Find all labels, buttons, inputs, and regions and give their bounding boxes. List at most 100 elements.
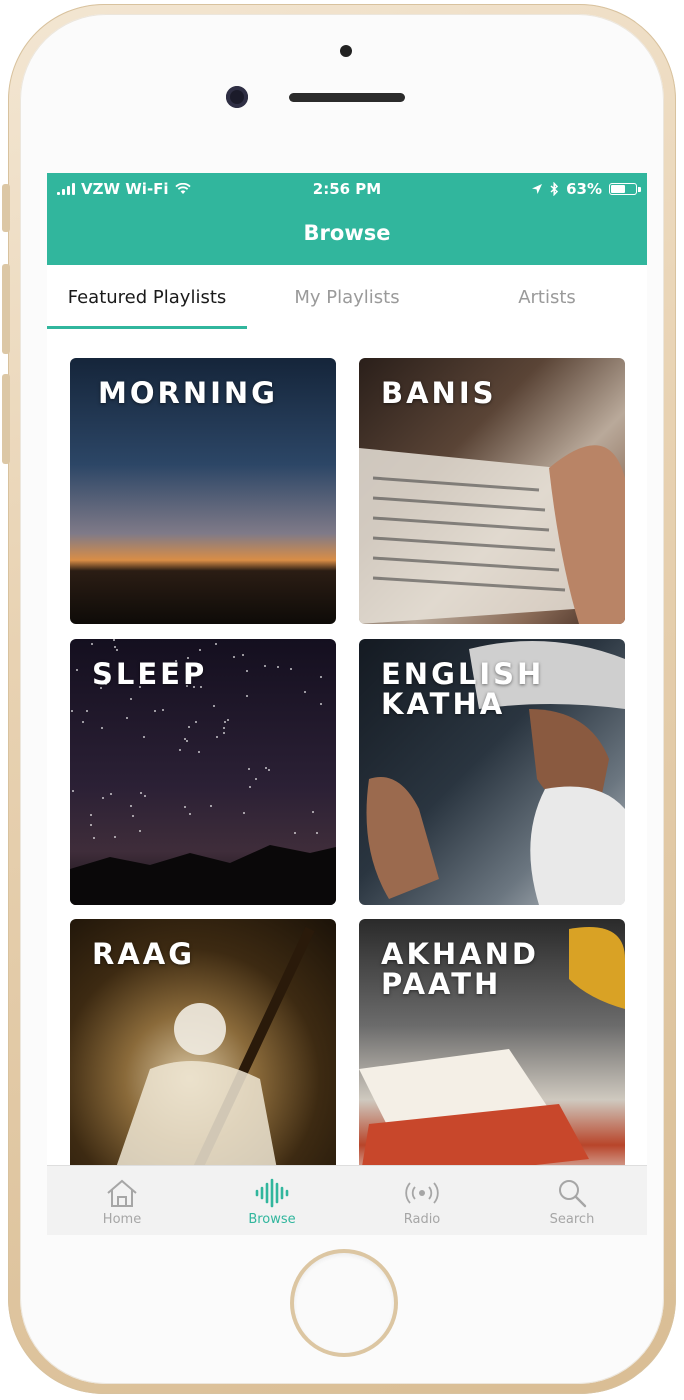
star-dot — [320, 703, 322, 705]
star-dot — [265, 767, 267, 769]
star-dot — [110, 793, 112, 795]
star-dot — [72, 790, 74, 792]
playlist-card-sleep[interactable]: SLEEP — [70, 639, 336, 905]
playlist-card-english-katha[interactable]: ENGLISH KATHA — [359, 639, 625, 905]
playlist-title: ENGLISH KATHA — [381, 657, 545, 721]
playlist-card-banis[interactable]: BANIS — [359, 358, 625, 624]
star-dot — [268, 769, 270, 771]
star-dot — [223, 732, 225, 734]
star-dot — [140, 792, 142, 794]
star-dot — [188, 726, 190, 728]
playlist-title: AKHAND PAATH — [381, 937, 539, 1001]
battery-percent: 63% — [566, 180, 602, 198]
star-dot — [246, 695, 248, 697]
star-dot — [102, 797, 104, 799]
tab-bar-search[interactable]: Search — [497, 1166, 647, 1235]
star-dot — [304, 691, 306, 693]
star-dot — [210, 805, 212, 807]
battery-icon — [609, 183, 641, 195]
star-dot — [320, 676, 322, 678]
tab-artists[interactable]: Artists — [447, 265, 647, 329]
app-screen: VZW Wi-Fi 2:56 PM 63% Browse Featured Pl… — [47, 173, 647, 1235]
tab-bar-label: Home — [102, 1212, 142, 1227]
star-dot — [101, 727, 103, 729]
location-icon — [532, 184, 543, 194]
star-dot — [116, 649, 118, 651]
star-dot — [113, 639, 115, 641]
star-dot — [179, 749, 181, 751]
playlist-card-morning[interactable]: MORNING — [70, 358, 336, 624]
star-dot — [249, 786, 251, 788]
playlist-title: MORNING — [98, 376, 278, 410]
playlist-title: SLEEP — [92, 657, 208, 691]
volume-down-button — [2, 374, 10, 464]
star-dot — [162, 709, 164, 711]
star-dot — [242, 654, 244, 656]
star-dot — [154, 710, 156, 712]
star-dot — [264, 665, 266, 667]
star-dot — [233, 656, 235, 658]
tab-my-playlists[interactable]: My Playlists — [247, 265, 447, 329]
star-dot — [224, 721, 226, 723]
radio-icon — [405, 1182, 439, 1204]
tab-bar-browse[interactable]: Browse — [197, 1166, 347, 1235]
waveform-icon — [255, 1178, 289, 1208]
tab-bar-radio[interactable]: Radio — [347, 1166, 497, 1235]
front-camera — [226, 86, 248, 108]
playlist-card-raag[interactable]: RAAG — [70, 919, 336, 1185]
star-dot — [316, 832, 318, 834]
star-dot — [90, 814, 92, 816]
playlist-grid: MORNING BANIS SLEEP ENGLISH KATHA RAAG A… — [47, 329, 647, 1185]
star-dot — [76, 669, 78, 671]
star-dot — [312, 811, 314, 813]
star-dot — [198, 751, 200, 753]
star-dot — [130, 805, 132, 807]
proximity-sensor — [340, 45, 352, 57]
home-icon — [107, 1179, 137, 1207]
playlist-title: BANIS — [381, 376, 497, 410]
star-dot — [184, 738, 186, 740]
star-dot — [126, 717, 128, 719]
mute-switch — [2, 184, 10, 232]
star-dot — [248, 768, 250, 770]
star-dot — [71, 710, 73, 712]
star-dot — [143, 736, 145, 738]
playlist-title: RAAG — [92, 937, 196, 971]
star-dot — [290, 668, 292, 670]
star-dot — [255, 778, 257, 780]
star-dot — [82, 721, 84, 723]
star-dot — [86, 710, 88, 712]
star-dot — [216, 736, 218, 738]
star-dot — [227, 719, 229, 721]
star-dot — [243, 812, 245, 814]
star-dot — [114, 836, 116, 838]
tab-bar-home[interactable]: Home — [47, 1166, 197, 1235]
app-header: VZW Wi-Fi 2:56 PM 63% Browse — [47, 173, 647, 265]
tab-bar-label: Browse — [248, 1212, 296, 1227]
volume-up-button — [2, 264, 10, 354]
star-dot — [139, 830, 141, 832]
star-dot — [294, 832, 296, 834]
star-dot — [90, 824, 92, 826]
bottom-tab-bar: Home Browse Radio Search — [47, 1165, 647, 1235]
home-button[interactable] — [294, 1253, 394, 1353]
earpiece-speaker — [289, 93, 405, 102]
star-dot — [199, 649, 201, 651]
tab-featured-playlists[interactable]: Featured Playlists — [47, 265, 247, 329]
star-dot — [195, 721, 197, 723]
star-dot — [130, 698, 132, 700]
star-dot — [184, 806, 186, 808]
status-bar: VZW Wi-Fi 2:56 PM 63% — [47, 173, 647, 203]
playlist-card-akhand-paath[interactable]: AKHAND PAATH — [359, 919, 625, 1185]
segment-tabs: Featured Playlists My Playlists Artists — [47, 265, 647, 329]
star-dot — [132, 815, 134, 817]
star-dot — [246, 670, 248, 672]
star-dot — [223, 727, 225, 729]
star-dot — [114, 646, 116, 648]
star-dot — [215, 643, 217, 645]
tab-bar-label: Search — [549, 1212, 595, 1227]
bluetooth-icon — [550, 182, 559, 196]
star-dot — [186, 740, 188, 742]
star-dot — [189, 813, 191, 815]
search-icon — [559, 1180, 587, 1208]
